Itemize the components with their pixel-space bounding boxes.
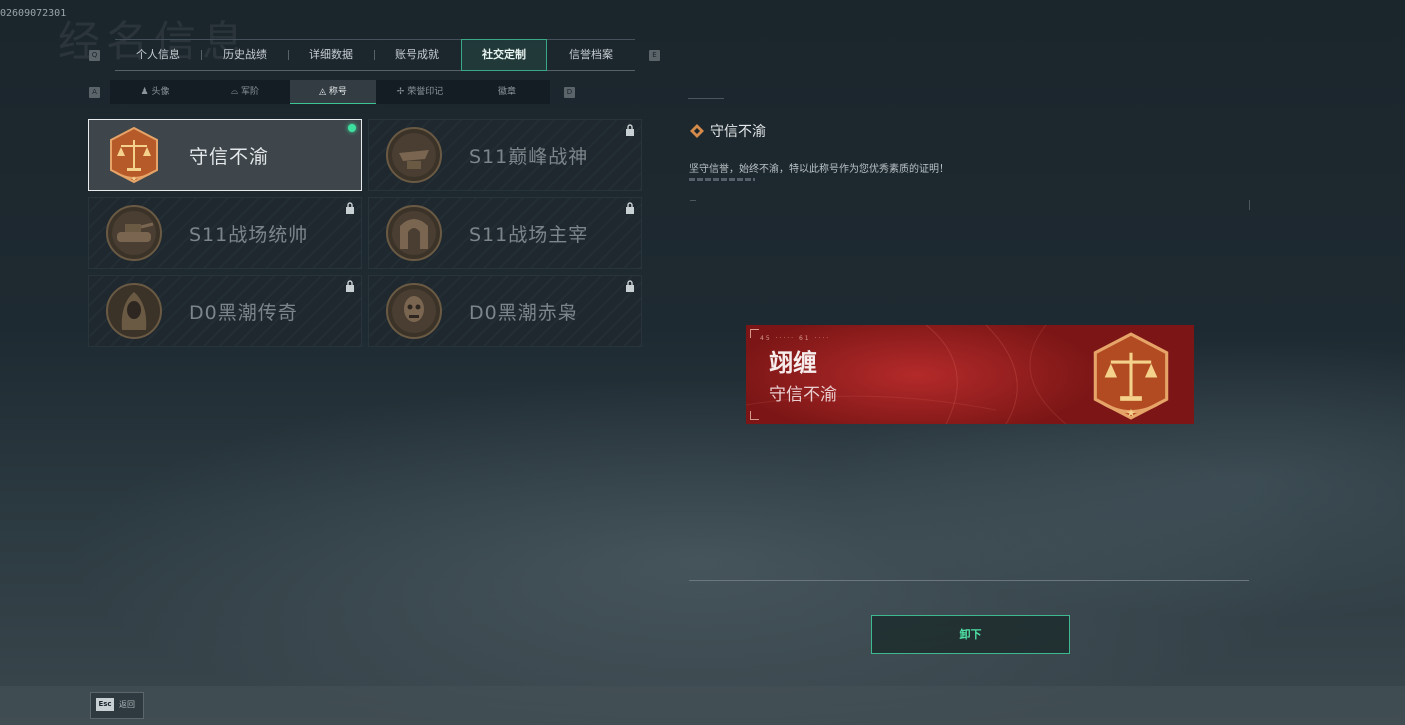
scales-emblem-icon: ★ [110, 126, 158, 184]
subtab-badge[interactable]: 徽章 [464, 80, 550, 104]
back-label: 返回 [119, 700, 135, 709]
title-name: D0黑潮赤枭 [469, 302, 578, 324]
title-card-selected[interactable]: ★ 守信不渝 [88, 119, 362, 191]
tab-account-achievements[interactable]: 账号成就 [377, 40, 457, 70]
subtab-label: 头像 [151, 87, 170, 97]
banner-corner [750, 329, 759, 338]
svg-text:★: ★ [131, 175, 137, 183]
esc-key-icon: Esc [96, 698, 114, 711]
lock-icon [626, 280, 634, 292]
footer-bar [0, 686, 1405, 725]
title-name: S11战场主宰 [469, 224, 589, 246]
tab-separator [374, 50, 375, 60]
hooded-figure-emblem-icon [106, 283, 162, 339]
banner-corner [750, 411, 759, 420]
frame-corner-mark [690, 200, 696, 207]
subtab-honor-mark[interactable]: ✢ 荣誉印记 [376, 80, 464, 104]
svg-text:★: ★ [1126, 406, 1136, 419]
player-uid: 02609072301 [0, 8, 67, 19]
title-card[interactable]: S11战场统帅 [88, 197, 362, 269]
subtab-label: 军阶 [240, 87, 259, 97]
scales-emblem-icon: ★ [1093, 332, 1169, 420]
sub-tab-next-key[interactable]: D [564, 87, 575, 98]
divider-line [689, 580, 1249, 581]
sub-tab-prev-key[interactable]: A [89, 87, 100, 98]
banner-title: 守信不渝 [769, 385, 837, 405]
title-name: 守信不渝 [189, 146, 270, 168]
lock-icon [626, 202, 634, 214]
tab-match-history[interactable]: 历史战绩 [205, 40, 285, 70]
subtab-label: 徽章 [497, 87, 516, 97]
tab-personal-info[interactable]: 个人信息 [120, 40, 196, 70]
diamond-title-icon [690, 124, 704, 138]
back-button[interactable]: Esc 返回 [90, 692, 144, 719]
tab-separator [201, 50, 202, 60]
rank-icon: ⌓ [230, 87, 239, 97]
title-card[interactable]: D0黑潮赤枭 [368, 275, 642, 347]
subtab-rank[interactable]: ⌓ 军阶 [200, 80, 290, 104]
arch-emblem-icon [386, 205, 442, 261]
anvil-emblem-icon [386, 127, 442, 183]
lock-icon [346, 280, 354, 292]
subtab-avatar[interactable]: ♟ 头像 [110, 80, 200, 104]
subtab-label: 称号 [328, 87, 347, 97]
equipped-indicator [348, 124, 356, 132]
title-name: D0黑潮传奇 [189, 302, 298, 324]
decorative-bar [689, 178, 755, 181]
lock-icon [346, 202, 354, 214]
tab-separator [288, 50, 289, 60]
frame-corner-mark [1243, 200, 1250, 210]
title-card[interactable]: D0黑潮传奇 [88, 275, 362, 347]
title-name: S11战场统帅 [189, 224, 309, 246]
title-icon: ◬ [319, 87, 327, 97]
detail-description: 坚守信誉，始终不渝，特以此称号作为您优秀素质的证明！ [689, 164, 949, 175]
title-card[interactable]: S11巅峰战神 [368, 119, 642, 191]
main-tab-prev-key[interactable]: Q [89, 50, 100, 61]
frame-corner-mark [688, 98, 724, 105]
detail-title: 守信不渝 [710, 124, 766, 140]
skull-mask-emblem-icon [386, 283, 442, 339]
unequip-button[interactable]: 卸下 [871, 615, 1070, 654]
banner-code: 45 ····· 61 ···· [760, 335, 831, 342]
tab-social-customization[interactable]: 社交定制 [461, 39, 547, 71]
person-icon: ♟ [140, 87, 149, 97]
sub-tab-bar: ♟ 头像 ⌓ 军阶 ◬ 称号 ✢ 荣誉印记 徽章 [110, 80, 550, 104]
tank-emblem-icon [106, 205, 162, 261]
tab-detailed-data[interactable]: 详细数据 [291, 40, 371, 70]
title-banner-preview: 45 ····· 61 ···· 翊缠 守信不渝 ★ [746, 325, 1194, 424]
lock-icon [626, 124, 634, 136]
title-card[interactable]: S11战场主宰 [368, 197, 642, 269]
subtab-title[interactable]: ◬ 称号 [290, 80, 376, 104]
banner-player-name: 翊缠 [769, 349, 817, 377]
main-tab-next-key[interactable]: E [649, 50, 660, 61]
title-name: S11巅峰战神 [469, 146, 589, 168]
main-tab-bar: 个人信息 历史战绩 详细数据 账号成就 社交定制 信誉档案 [115, 39, 635, 71]
tab-credit-record[interactable]: 信誉档案 [551, 40, 631, 70]
subtab-label: 荣誉印记 [407, 87, 444, 97]
honor-icon: ✢ [396, 87, 405, 97]
